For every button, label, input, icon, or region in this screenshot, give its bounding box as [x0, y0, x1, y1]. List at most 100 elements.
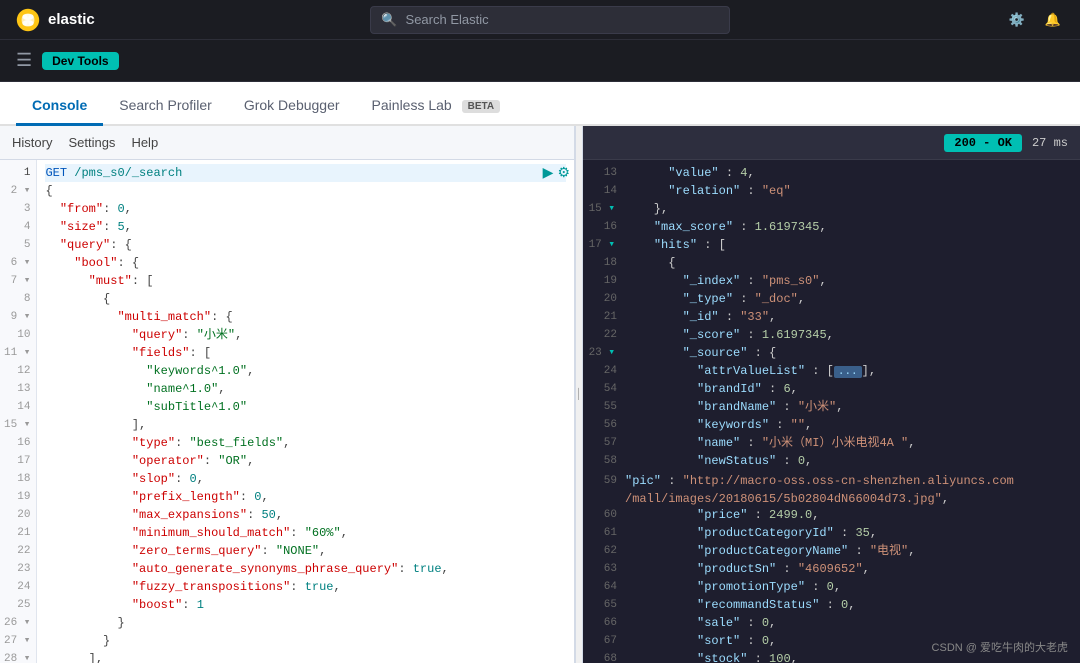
tabs-bar: Console Search Profiler Grok Debugger Pa…	[0, 82, 1080, 126]
logo-text: elastic	[48, 11, 95, 28]
left-toolbar: History Settings Help	[0, 126, 574, 160]
r-line-21: 21 "_id" : "33",	[583, 308, 1080, 326]
r-line-17: 17 ▾ "hits" : [	[583, 236, 1080, 254]
logo-area[interactable]: elastic	[16, 8, 95, 32]
code-line-7: "must": [	[45, 272, 566, 290]
settings-icon[interactable]: ⚙️	[1006, 9, 1028, 31]
first-line-actions: ▶ ⚙	[543, 164, 570, 181]
r-line-58: 58 "newStatus" : 0,	[583, 452, 1080, 470]
linenum-7: 7 ▾	[0, 272, 36, 290]
r-line-62: 62 "productCategoryName" : "电视",	[583, 542, 1080, 560]
linenum-28: 28 ▾	[0, 650, 36, 663]
linenum-26: 26 ▾	[0, 614, 36, 632]
r-line-65: 65 "recommandStatus" : 0,	[583, 596, 1080, 614]
linenum-17: 17	[0, 452, 36, 470]
r-line-15: 15 ▾ },	[583, 200, 1080, 218]
r-line-18: 18 {	[583, 254, 1080, 272]
linenum-15: 15 ▾	[0, 416, 36, 434]
code-line-17: "operator": "OR",	[45, 452, 566, 470]
linenum-21: 21	[0, 524, 36, 542]
topbar-right: ⚙️ 🔔	[1006, 9, 1064, 31]
r-line-57: 57 "name" : "小米（MI）小米电视4A ",	[583, 434, 1080, 452]
code-line-25: "boost": 1	[45, 596, 566, 614]
code-line-15: ],	[45, 416, 566, 434]
r-line-66: 66 "sale" : 0,	[583, 614, 1080, 632]
editor-area[interactable]: 1 2 ▾ 3 4 5 6 ▾ 7 ▾ 8 9 ▾ 10 11 ▾ 12 13 …	[0, 160, 574, 663]
tab-painless-lab[interactable]: Painless Lab BETA	[356, 87, 517, 126]
devtools-badge[interactable]: Dev Tools	[42, 52, 118, 70]
line-numbers: 1 2 ▾ 3 4 5 6 ▾ 7 ▾ 8 9 ▾ 10 11 ▾ 12 13 …	[0, 160, 37, 663]
linenum-20: 20	[0, 506, 36, 524]
r-line-56: 56 "keywords" : "",	[583, 416, 1080, 434]
linenum-24: 24	[0, 578, 36, 596]
linenum-12: 12	[0, 362, 36, 380]
r-line-19: 19 "_index" : "pms_s0",	[583, 272, 1080, 290]
r-line-54: 54 "brandId" : 6,	[583, 380, 1080, 398]
linenum-22: 22	[0, 542, 36, 560]
beta-badge: BETA	[462, 100, 500, 113]
linenum-10: 10	[0, 326, 36, 344]
run-button[interactable]: ▶	[543, 164, 554, 181]
right-content[interactable]: 13 "value" : 4, 14 "relation" : "eq" 15 …	[583, 160, 1080, 663]
hamburger-menu[interactable]: ☰	[16, 50, 32, 71]
code-line-10: "query": "小米",	[45, 326, 566, 344]
linenum-4: 4	[0, 218, 36, 236]
time-badge: 27 ms	[1032, 136, 1068, 150]
code-line-5: "query": {	[45, 236, 566, 254]
linenum-16: 16	[0, 434, 36, 452]
r-line-59: 59 "pic" : "http://macro-oss.oss-cn-shen…	[583, 470, 1080, 506]
linenum-23: 23	[0, 560, 36, 578]
r-line-63: 63 "productSn" : "4609652",	[583, 560, 1080, 578]
search-input[interactable]: 🔍 Search Elastic	[370, 6, 730, 34]
r-line-61: 61 "productCategoryId" : 35,	[583, 524, 1080, 542]
code-line-28: ],	[45, 650, 566, 663]
history-button[interactable]: History	[12, 131, 52, 154]
code-line-1: GET /pms_s0/_search	[45, 164, 566, 182]
linenum-2: 2 ▾	[0, 182, 36, 200]
r-line-13: 13 "value" : 4,	[583, 164, 1080, 182]
code-line-12: "keywords^1.0",	[45, 362, 566, 380]
search-placeholder: Search Elastic	[406, 12, 489, 27]
tab-console[interactable]: Console	[16, 87, 103, 126]
left-panel: History Settings Help 1 2 ▾ 3 4 5 6 ▾ 7 …	[0, 126, 575, 663]
code-line-3: "from": 0,	[45, 200, 566, 218]
linenum-13: 13	[0, 380, 36, 398]
r-line-55: 55 "brandName" : "小米",	[583, 398, 1080, 416]
panel-divider[interactable]: │	[575, 126, 583, 663]
editor-content[interactable]: GET /pms_s0/_search { "from": 0, "size":…	[37, 160, 574, 663]
linenum-14: 14	[0, 398, 36, 416]
code-line-23: "auto_generate_synonyms_phrase_query": t…	[45, 560, 566, 578]
linenum-19: 19	[0, 488, 36, 506]
r-line-22: 22 "_score" : 1.6197345,	[583, 326, 1080, 344]
code-line-2: {	[45, 182, 566, 200]
settings-button[interactable]: Settings	[68, 131, 115, 154]
code-line-13: "name^1.0",	[45, 380, 566, 398]
linenum-27: 27 ▾	[0, 632, 36, 650]
help-button[interactable]: Help	[131, 131, 158, 154]
tab-grok-debugger[interactable]: Grok Debugger	[228, 87, 356, 126]
right-toolbar: 200 - OK 27 ms	[583, 126, 1080, 160]
code-line-24: "fuzzy_transpositions": true,	[45, 578, 566, 596]
linenum-18: 18	[0, 470, 36, 488]
code-line-6: "bool": {	[45, 254, 566, 272]
search-bar-container: 🔍 Search Elastic	[107, 6, 994, 34]
code-line-16: "type": "best_fields",	[45, 434, 566, 452]
code-line-26: }	[45, 614, 566, 632]
right-panel: 200 - OK 27 ms 13 "value" : 4, 14 "relat…	[583, 126, 1080, 663]
notifications-icon[interactable]: 🔔	[1042, 9, 1064, 31]
tab-search-profiler[interactable]: Search Profiler	[103, 87, 228, 126]
r-line-23: 23 ▾ "_source" : {	[583, 344, 1080, 362]
code-line-11: "fields": [	[45, 344, 566, 362]
r-line-20: 20 "_type" : "_doc",	[583, 290, 1080, 308]
editor-settings-button[interactable]: ⚙	[557, 164, 570, 181]
linenum-8: 8	[0, 290, 36, 308]
linenum-25: 25	[0, 596, 36, 614]
linenum-5: 5	[0, 236, 36, 254]
code-line-4: "size": 5,	[45, 218, 566, 236]
code-line-22: "zero_terms_query": "NONE",	[45, 542, 566, 560]
linenum-1: 1	[0, 164, 36, 182]
topbar: elastic 🔍 Search Elastic ⚙️ 🔔	[0, 0, 1080, 40]
r-line-64: 64 "promotionType" : 0,	[583, 578, 1080, 596]
code-line-18: "slop": 0,	[45, 470, 566, 488]
elastic-logo-icon	[16, 8, 40, 32]
